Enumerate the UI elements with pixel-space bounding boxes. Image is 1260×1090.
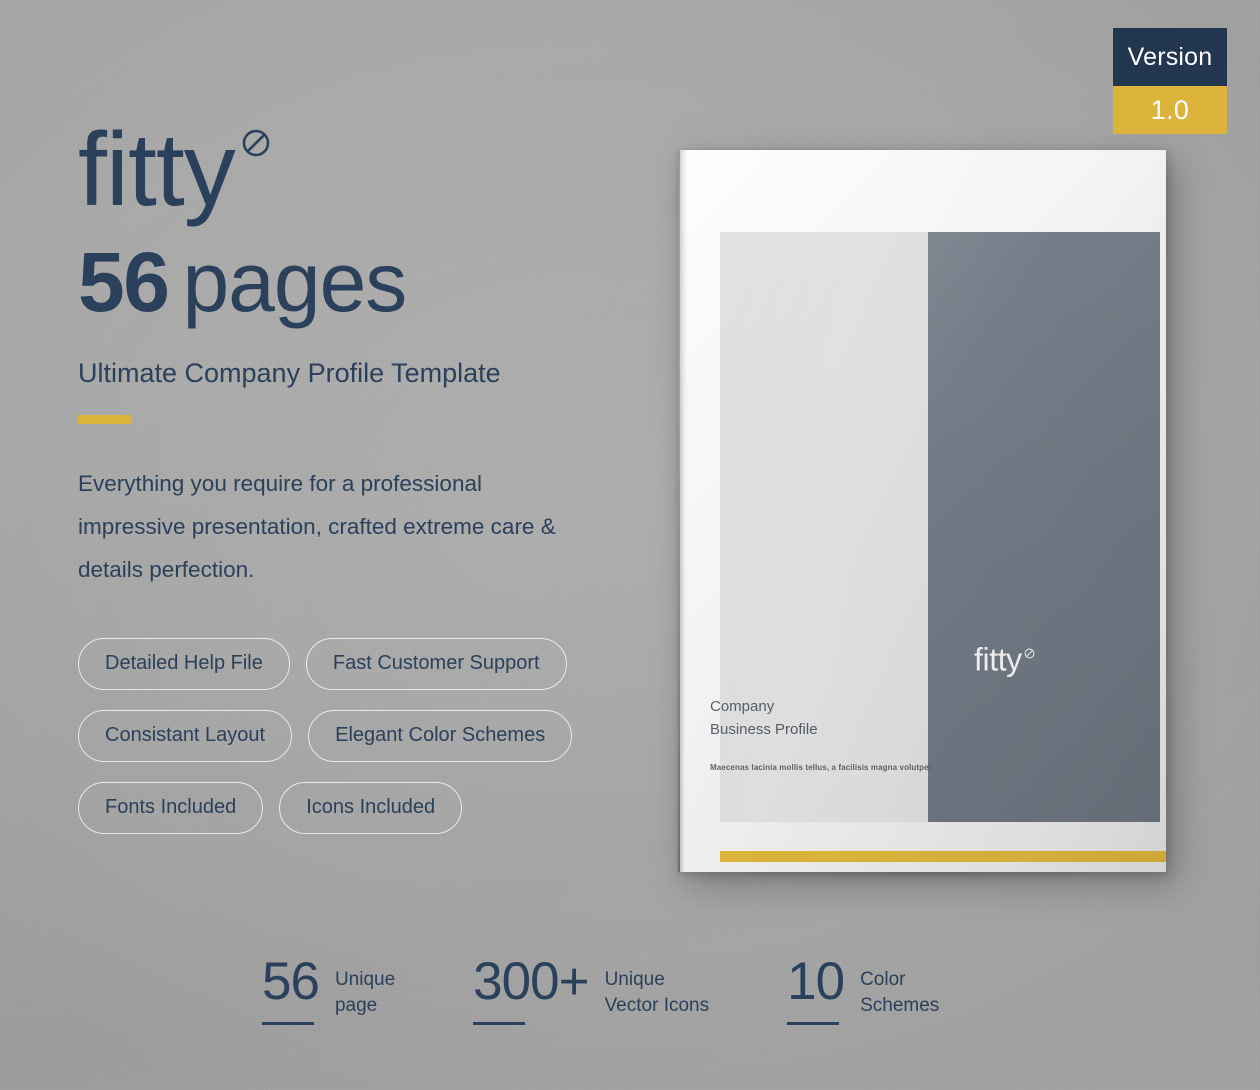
stat-number-wrap: 56	[262, 952, 320, 1025]
cover-brand-logo: fitty	[974, 632, 1035, 676]
stat-label-line-1: Unique	[334, 969, 396, 990]
feature-pill-fonts-included[interactable]: Fonts Included	[78, 781, 264, 834]
page-count-word: pages	[182, 235, 407, 329]
circle-slash-icon	[241, 128, 271, 158]
stat-label-line-1: Unique	[604, 969, 665, 990]
feature-pill-fast-customer-support[interactable]: Fast Customer Support	[305, 637, 567, 690]
stat-label-line-2: Vector Icons	[604, 994, 710, 1016]
stat-underline	[787, 1021, 840, 1025]
accent-rule	[78, 415, 132, 424]
brand-name: fitty	[78, 112, 236, 228]
page-count-number: 56	[78, 235, 170, 329]
stat-labels: Unique page	[335, 956, 395, 1018]
feature-pill-icons-included[interactable]: Icons Included	[279, 781, 463, 834]
brochure-mockup: fitty Company Business Profile Maecenas …	[678, 150, 1166, 872]
subtitle: Ultimate Company Profile Template	[78, 358, 501, 388]
brochure-spine-edge	[678, 150, 680, 872]
stat-number: 10	[787, 952, 845, 1011]
stat-underline	[262, 1021, 314, 1025]
stat-labels: Color Schemes	[860, 956, 939, 1018]
feature-pill-list: Detailed Help File Fast Customer Support…	[78, 637, 638, 834]
version-badge-value: 1.0	[1113, 86, 1227, 134]
version-badge: Version 1.0	[1113, 28, 1227, 134]
stat-label-line-2: page	[334, 994, 378, 1016]
description-paragraph: Everything you require for a professiona…	[78, 471, 556, 583]
stat-label-line-2: Schemes	[860, 994, 940, 1016]
stats-row: 56 Unique page 300+ Unique Vector Icons …	[262, 952, 939, 1025]
version-badge-label: Version	[1113, 28, 1227, 86]
cover-brand-name: fitty	[974, 641, 1022, 678]
brand-lockup: fitty	[78, 112, 270, 228]
stat-number: 56	[262, 952, 320, 1011]
cover-company-title: Company Business Profile	[710, 695, 818, 742]
stat-labels: Unique Vector Icons	[605, 956, 710, 1018]
cover-company-line-2: Business Profile	[710, 721, 818, 739]
cover-circle-slash-icon	[1024, 632, 1035, 659]
stat-vector-icons: 300+ Unique Vector Icons	[473, 952, 710, 1025]
poster-canvas: Version 1.0 fitty 56 pages Ultimate Compa…	[0, 0, 1260, 1090]
feature-pill-elegant-color-schemes[interactable]: Elegant Color Schemes	[308, 709, 573, 762]
left-content-column: fitty 56 pages Ultimate Company Profile T…	[78, 118, 638, 834]
stat-color-schemes: 10 Color Schemes	[787, 952, 939, 1025]
feature-pill-consistant-layout[interactable]: Consistant Layout	[78, 709, 293, 762]
cover-tagline: Maecenas lacinia mollis tellus, a facili…	[710, 763, 932, 772]
cover-dark-panel	[928, 232, 1160, 822]
stat-underline	[473, 1021, 526, 1025]
stat-unique-pages: 56 Unique page	[262, 952, 395, 1025]
stat-number-wrap: 10	[787, 952, 845, 1025]
feature-pill-detailed-help-file[interactable]: Detailed Help File	[78, 637, 290, 690]
page-count-headline: 56 pages	[78, 240, 638, 324]
stat-number: 300+	[473, 952, 589, 1011]
cover-company-line-1: Company	[710, 698, 775, 715]
stat-number-wrap: 300+	[473, 952, 590, 1025]
stat-label-line-1: Color	[860, 969, 906, 990]
brochure-cover-page: fitty Company Business Profile Maecenas …	[678, 150, 1166, 872]
cover-gold-bar	[720, 851, 1166, 862]
